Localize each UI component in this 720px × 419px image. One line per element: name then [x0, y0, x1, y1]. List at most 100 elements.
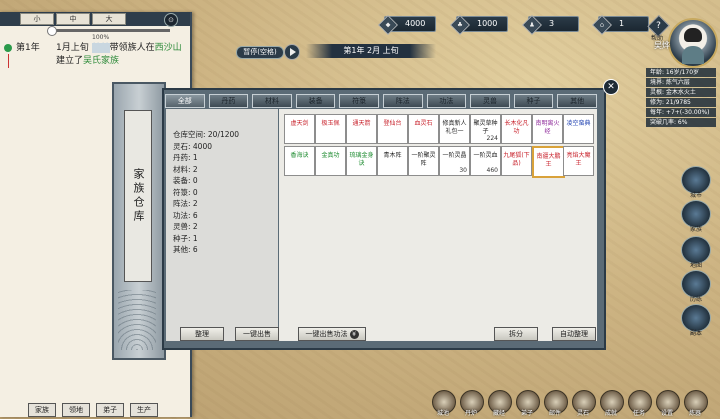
- item-name: 一阶聚灵阵: [411, 152, 436, 167]
- item-quantity: 30: [459, 167, 467, 174]
- tab-beasts[interactable]: 灵兽: [470, 94, 510, 108]
- size-medium-button[interactable]: 中: [56, 13, 90, 25]
- summary-other: 其他: 6: [173, 245, 198, 254]
- sort-button[interactable]: 整理: [180, 327, 224, 341]
- bottom-label: 成就: [604, 410, 617, 417]
- sell-techniques-button[interactable]: 一键出售功法 ¥: [298, 327, 366, 341]
- slider-knob[interactable]: [47, 26, 57, 36]
- item-slot[interactable]: 长木化凡功: [501, 114, 532, 144]
- slider-fill: [50, 29, 170, 32]
- sell-techniques-label: 一键出售功法: [305, 330, 348, 338]
- summary-techniques: 功法: 6: [173, 210, 198, 220]
- item-slot[interactable]: 登仙台: [377, 114, 408, 144]
- resource-population[interactable]: ♟ 3: [522, 15, 580, 35]
- item-slot[interactable]: 血灵石: [408, 114, 439, 144]
- bottom-label: 藏经: [492, 410, 505, 417]
- log-hidden-name: 某某: [91, 43, 110, 53]
- item-slot[interactable]: 南明离火经: [532, 114, 563, 144]
- item-slot[interactable]: 极玉佩: [315, 114, 346, 144]
- item-name: 南明离火经: [535, 120, 560, 135]
- item-slot[interactable]: 琉璃金身诀: [346, 146, 377, 176]
- tab-pills[interactable]: 丹药: [208, 94, 249, 108]
- item-name: 修真新人礼包一: [442, 120, 467, 135]
- stat-root: 灵根: 金木水火土: [646, 88, 716, 97]
- warehouse-title-box: 家族仓库: [124, 110, 152, 282]
- item-name: 香海诀: [290, 152, 309, 159]
- tab-materials[interactable]: 材料: [252, 94, 292, 108]
- item-name: 长木化凡功: [504, 120, 529, 135]
- font-size-bar: 小 中 大 ⊙: [0, 12, 190, 27]
- tab-formations[interactable]: 阵法: [382, 94, 423, 108]
- pause-button[interactable]: 暂停(空格): [236, 46, 284, 59]
- summary-materials: 材料: 2: [173, 164, 198, 174]
- nav-clan-button[interactable]: 家族: [28, 403, 56, 417]
- item-name: 凌空蛮典: [566, 120, 591, 127]
- summary-formations: 阵法: 2: [173, 199, 198, 208]
- warehouse-summary: 仓库空间: 20/1200 灵石: 4000 丹药: 1 材料: 2 装备: 0…: [166, 109, 278, 341]
- bottom-label: 丹炉: [464, 410, 477, 417]
- player-stats: 年龄: 16岁/170岁 境界: 炼气六层 灵根: 金木水火土 修为: 21/9…: [646, 68, 716, 128]
- item-slot[interactable]: 一阶灵晶 30: [439, 146, 470, 176]
- item-slot[interactable]: 青木阵: [377, 146, 408, 176]
- sell-all-button[interactable]: 一键出售: [235, 327, 279, 341]
- log-opacity-slider[interactable]: [47, 26, 170, 36]
- item-slot[interactable]: 一阶灵血 460: [470, 146, 501, 176]
- tab-seeds[interactable]: 种子: [513, 94, 554, 108]
- warehouse-tabs: 全部 丹药 材料 装备 符箓 阵法 功法 灵兽 种子 其他: [165, 94, 597, 108]
- item-grid: 虚天剑 极玉佩 通天箭 登仙台 血灵石 修真新人礼包一 聚灵草种子 224 长木化凡功 南明离火经…: [279, 109, 597, 341]
- tab-all[interactable]: 全部: [165, 94, 205, 108]
- auto-sort-button[interactable]: 自动整理: [552, 327, 596, 341]
- item-name: 极玉佩: [321, 120, 340, 127]
- stat-cultivation: 修为: 21/9785: [646, 98, 716, 107]
- item-slot[interactable]: 通天箭: [346, 114, 377, 144]
- item-slot[interactable]: 香海诀: [284, 146, 315, 176]
- summary-equipment: 装备: 0: [173, 176, 198, 185]
- tab-talismans[interactable]: 符箓: [339, 94, 379, 108]
- size-small-button[interactable]: 小: [20, 13, 54, 25]
- player-avatar[interactable]: [668, 18, 718, 68]
- item-slot[interactable]: 一阶聚灵阵: [408, 146, 439, 176]
- nav-production-button[interactable]: 生产: [130, 403, 158, 417]
- bottom-nav: 家族 领地 弟子 生产: [28, 403, 158, 417]
- wave-ornament: [118, 290, 156, 350]
- bottom-label: 任务: [632, 410, 645, 417]
- nav-disciples-button[interactable]: 弟子: [96, 403, 124, 417]
- summary-beasts: 灵兽: 2: [173, 222, 198, 231]
- resource-food[interactable]: ♣ 1000: [450, 15, 509, 35]
- item-slot[interactable]: 聚灵草种子 224: [470, 114, 501, 144]
- log-place[interactable]: 西沙山: [155, 43, 182, 53]
- item-name: 琉璃金身诀: [349, 152, 374, 167]
- item-slot[interactable]: 虚天剑: [284, 114, 315, 144]
- item-slot[interactable]: 南疆大鹏王: [532, 146, 565, 178]
- item-name: 南疆大鹏王: [536, 153, 561, 168]
- item-slot[interactable]: 修真新人礼包一: [439, 114, 470, 144]
- item-slot[interactable]: 九尾狐(下品): [501, 146, 532, 176]
- game-date: 第1年 2月 上旬: [306, 44, 436, 58]
- tab-other[interactable]: 其他: [557, 94, 597, 108]
- summary-talismans: 符箓: 0: [173, 187, 198, 197]
- item-slot[interactable]: 凌空蛮典: [563, 114, 594, 144]
- tab-equipment[interactable]: 装备: [295, 94, 336, 108]
- stat-breakthrough: 突破几率: 6%: [646, 118, 716, 127]
- nav-territory-button[interactable]: 领地: [62, 403, 90, 417]
- resource-building[interactable]: ⌂ 1: [592, 15, 650, 35]
- resource-spirit-stone[interactable]: ◆ 4000: [378, 15, 437, 35]
- play-icon[interactable]: [284, 44, 300, 60]
- lock-icon[interactable]: ⊙: [164, 13, 178, 27]
- log-clan[interactable]: 吴氏家族: [83, 56, 119, 66]
- split-button[interactable]: 拆分: [494, 327, 538, 341]
- log-year: 第1年: [16, 43, 40, 53]
- item-name: 金真功: [321, 152, 340, 159]
- tab-techniques[interactable]: 功法: [426, 94, 467, 108]
- size-large-button[interactable]: 大: [92, 13, 126, 25]
- new-entry-dot-icon: [4, 44, 12, 52]
- close-icon[interactable]: ✕: [603, 79, 619, 95]
- item-name: 通天箭: [352, 120, 371, 127]
- item-slot[interactable]: 亮焰大魔王: [563, 146, 594, 176]
- item-slot[interactable]: 金真功: [315, 146, 346, 176]
- item-name: 虚天剑: [290, 120, 309, 127]
- item-quantity: 460: [486, 167, 498, 174]
- item-name: 登仙台: [383, 120, 402, 127]
- trial-label: 历练: [689, 296, 702, 303]
- item-name: 血灵石: [414, 120, 433, 127]
